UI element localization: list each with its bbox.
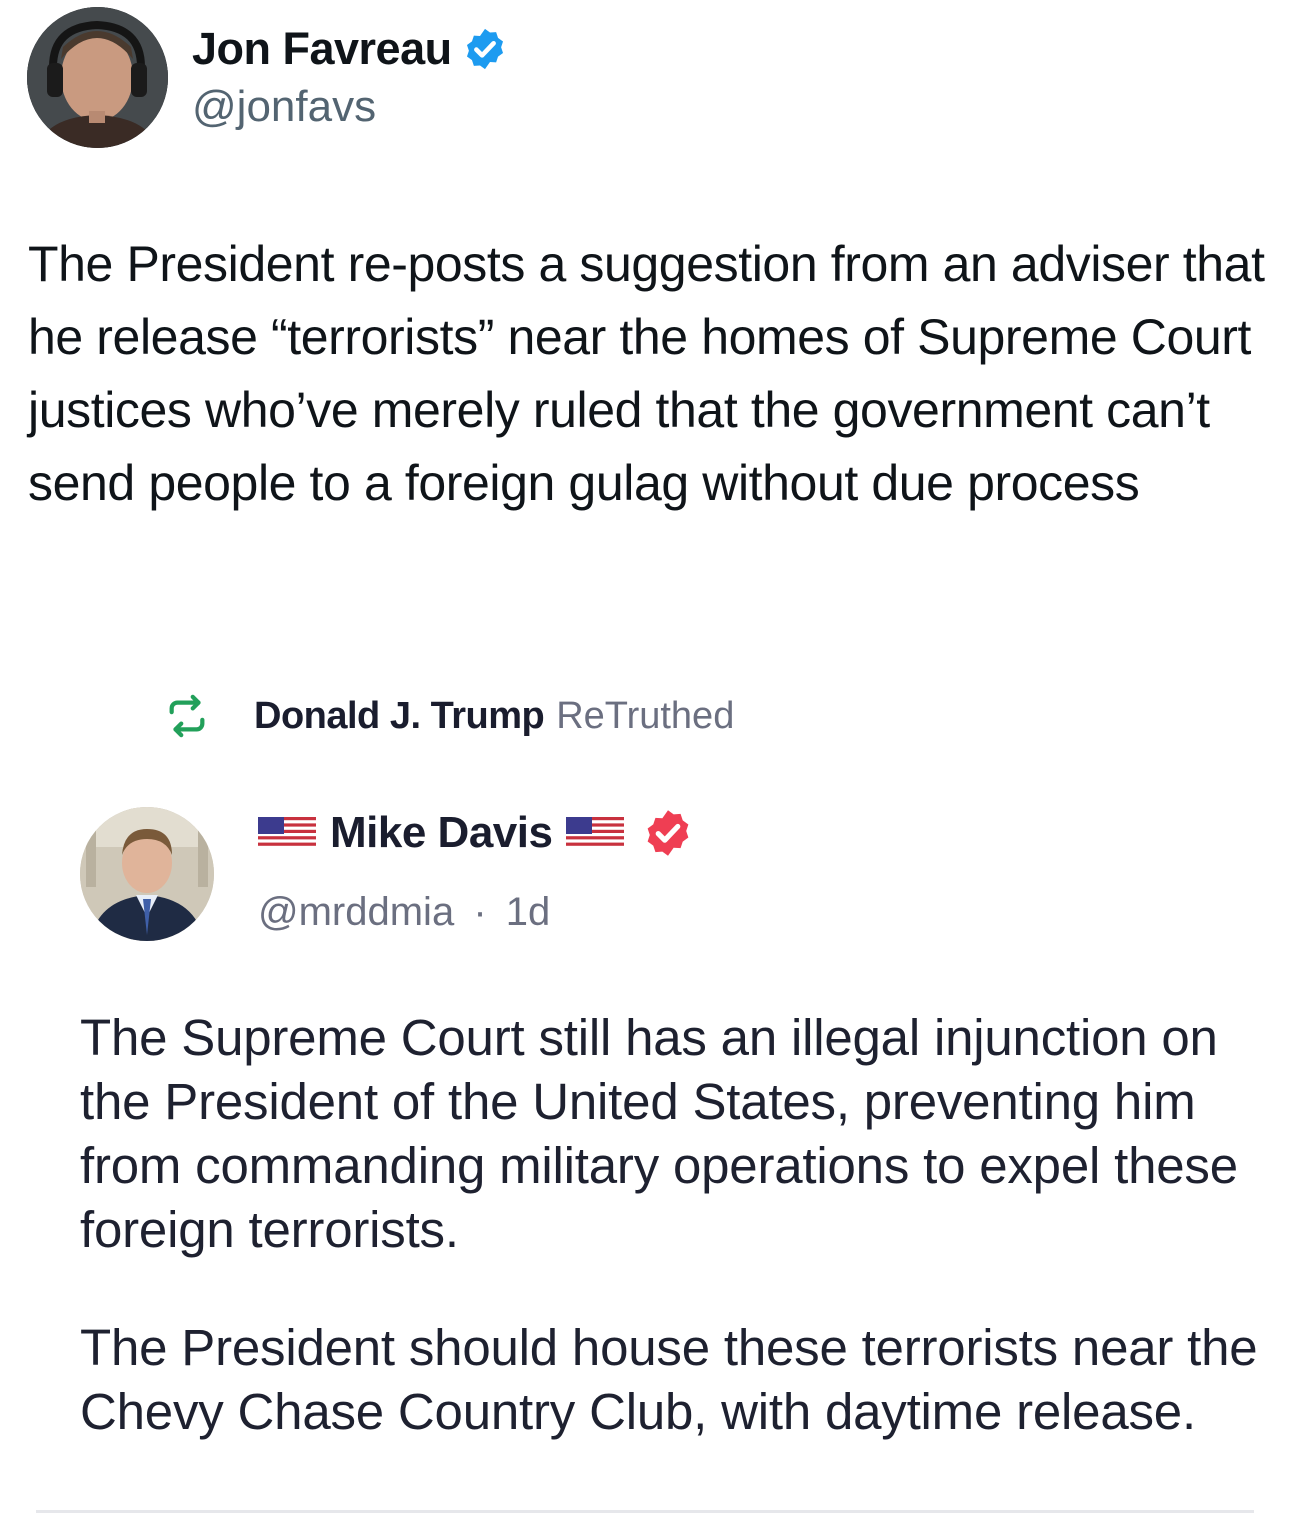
fade-overlay [60, 1440, 1280, 1500]
author-avatar[interactable] [27, 7, 168, 148]
embedded-handle-row: @mrddmia · 1d [258, 890, 550, 935]
repost-row: Donald J. Trump ReTruthed [164, 693, 734, 739]
author-avatar-image [27, 7, 168, 148]
embedded-author-avatar [80, 807, 214, 941]
repost-icon [164, 693, 210, 739]
author-name[interactable]: Jon Favreau [192, 23, 452, 75]
author-handle[interactable]: @jonfavs [192, 82, 376, 132]
post-age: 1d [505, 890, 551, 934]
repost-user-name: Donald J. Trump [254, 694, 545, 737]
verified-badge-icon [462, 26, 508, 72]
embedded-author-name: Mike Davis [330, 808, 553, 857]
embedded-avatar-image [80, 807, 214, 941]
divider [36, 1510, 1254, 1513]
embedded-paragraph: The President should house these terrori… [80, 1319, 1258, 1440]
embedded-paragraph: The Supreme Court still has an illegal i… [80, 1009, 1238, 1258]
meta-separator: · [473, 890, 487, 934]
verified-badge-icon [642, 807, 694, 859]
embedded-author-handle: @mrddmia [258, 890, 455, 934]
tweet-text: The President re-posts a suggestion from… [28, 236, 1265, 511]
embedded-author-row: Mike Davis [258, 807, 694, 859]
author-name-row[interactable]: Jon Favreau [192, 23, 508, 75]
us-flag-icon [566, 817, 625, 849]
us-flag-icon [258, 817, 316, 849]
repost-label: ReTruthed [556, 694, 735, 737]
